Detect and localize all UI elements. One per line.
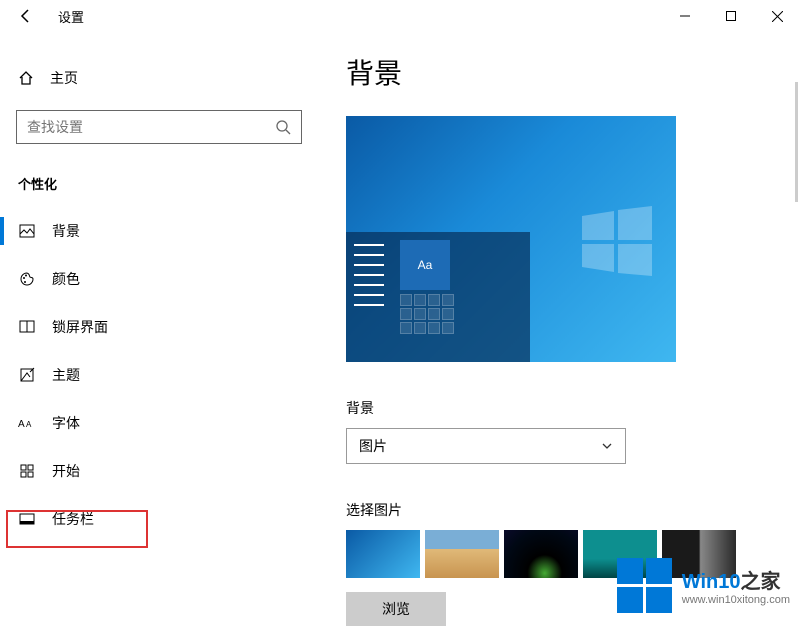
sidebar-item-label: 字体 <box>52 413 80 433</box>
search-input[interactable] <box>27 119 275 135</box>
thumbnail[interactable] <box>504 530 578 578</box>
sidebar-item-start[interactable]: 开始 <box>0 447 318 495</box>
minimize-button[interactable] <box>662 0 708 32</box>
chevron-down-icon <box>601 440 613 452</box>
page-title: 背景 <box>346 52 800 92</box>
sidebar-item-lockscreen[interactable]: 锁屏界面 <box>0 303 318 351</box>
background-label: 背景 <box>346 398 800 418</box>
maximize-button[interactable] <box>708 0 754 32</box>
watermark-url: www.win10xitong.com <box>682 594 790 606</box>
sidebar-item-label: 任务栏 <box>52 509 94 529</box>
scrollbar[interactable] <box>795 82 798 202</box>
preview-start-menu: Aa <box>346 232 530 362</box>
back-button[interactable] <box>10 0 42 32</box>
search-box[interactable] <box>16 110 302 144</box>
taskbar-icon <box>18 511 36 527</box>
lockscreen-icon <box>18 319 36 335</box>
sidebar-item-themes[interactable]: 主题 <box>0 351 318 399</box>
home-label: 主页 <box>50 68 78 88</box>
sidebar-item-fonts[interactable]: AA 字体 <box>0 399 318 447</box>
sidebar-item-label: 锁屏界面 <box>52 317 108 337</box>
start-icon <box>18 463 36 479</box>
window-title: 设置 <box>58 7 84 26</box>
sidebar-item-label: 颜色 <box>52 269 80 289</box>
sidebar-item-label: 主题 <box>52 365 80 385</box>
sidebar-item-label: 开始 <box>52 461 80 481</box>
main-content: 背景 Aa 背景 图片 选择图片 <box>318 32 800 633</box>
home-icon <box>18 70 34 86</box>
theme-icon <box>18 367 36 383</box>
sidebar-item-taskbar[interactable]: 任务栏 <box>0 495 318 543</box>
browse-button[interactable]: 浏览 <box>346 592 446 626</box>
thumbnail[interactable] <box>346 530 420 578</box>
titlebar: 设置 <box>0 0 800 32</box>
windows-logo-icon <box>582 206 652 276</box>
dropdown-value: 图片 <box>359 436 387 456</box>
watermark-logo-icon <box>617 558 672 613</box>
section-title: 个性化 <box>18 174 318 193</box>
sidebar-item-background[interactable]: 背景 <box>0 207 318 255</box>
watermark: Win10之家 www.win10xitong.com <box>617 558 790 613</box>
preview-sample-text: Aa <box>400 240 450 290</box>
svg-text:A: A <box>26 420 32 429</box>
palette-icon <box>18 271 36 287</box>
search-icon <box>275 119 291 135</box>
home-link[interactable]: 主页 <box>0 60 318 96</box>
choose-picture-label: 选择图片 <box>346 500 800 520</box>
background-dropdown[interactable]: 图片 <box>346 428 626 464</box>
sidebar: 主页 个性化 背景 颜色 锁屏界面 <box>0 32 318 633</box>
svg-text:A: A <box>18 419 25 430</box>
watermark-brand: Win10之家 <box>682 565 790 594</box>
sidebar-item-label: 背景 <box>52 221 80 241</box>
background-preview: Aa <box>346 116 676 362</box>
thumbnail[interactable] <box>425 530 499 578</box>
sidebar-item-colors[interactable]: 颜色 <box>0 255 318 303</box>
font-icon: AA <box>18 416 36 430</box>
close-button[interactable] <box>754 0 800 32</box>
image-icon <box>18 223 36 239</box>
